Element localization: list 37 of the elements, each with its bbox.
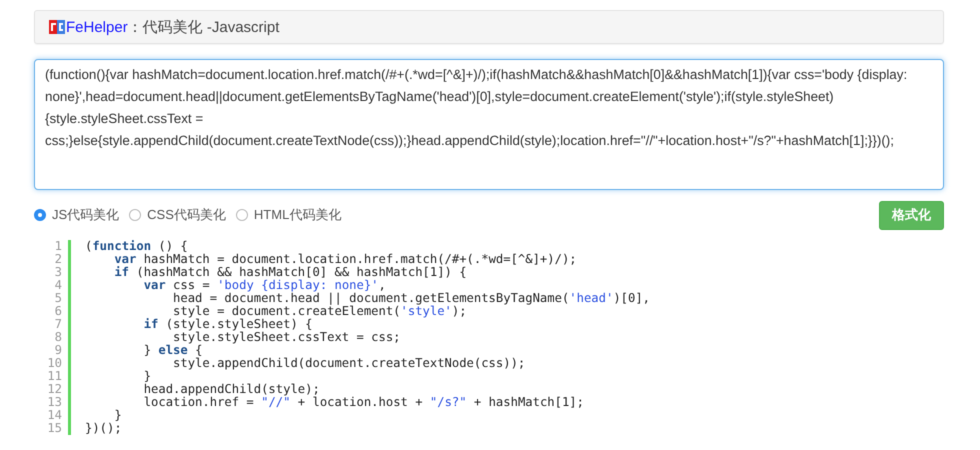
line-number: 3 — [54, 266, 62, 279]
page-title: ：代码美化 -Javascript — [128, 18, 280, 36]
line-number: 12 — [46, 383, 62, 396]
code-line: style = document.createElement('style'); — [172, 305, 467, 318]
line-number: 13 — [46, 396, 62, 409]
line-number: 7 — [54, 318, 62, 331]
line-number: 14 — [46, 409, 62, 422]
code-line: } else { — [142, 344, 202, 357]
code-input-field[interactable]: (function(){var hashMatch=document.location.href.match(/#+(.*wd=[^&]+)/);if(hashMatch&&hashMatch[0]&&hashMatch[1]){var css='body {display: none}',head=document.head||document.getElementsByTagName('head')[0],style=document.createElement('style');if(style.styleSheet){style.styleSheet.cssText = css;}else{style.appendChild(document.createTextNode(css));}head.appendChild(style);location.href="//"+location.host+"/s?"+hashMatch[1];}})(); — [34, 59, 944, 190]
code-line: (function () { — [85, 240, 189, 253]
line-number: 15 — [46, 422, 62, 435]
code-line: style.appendChild(document.createTextNode(css)); — [172, 357, 526, 370]
code-line: head = document.head || document.getElementsByTagName('head')[0], — [172, 292, 650, 305]
code-line: } — [142, 370, 152, 383]
mode-radio[interactable]: CSS代码美化 — [129, 206, 226, 224]
line-number: 4 — [54, 279, 62, 292]
code-line: location.href = "//" + location.host + "/s?" + hashMatch[1]; — [142, 396, 585, 409]
line-number: 9 — [54, 344, 62, 357]
code-line: } — [113, 409, 123, 422]
code-line: style.styleSheet.cssText = css; — [173, 331, 402, 344]
mode-radio[interactable]: HTML代码美化 — [236, 206, 342, 224]
brand-link[interactable]: FeHelper — [66, 18, 128, 36]
line-number: 10 — [46, 357, 62, 370]
line-number: 6 — [54, 305, 62, 318]
line-number: 2 — [54, 253, 62, 266]
mode-radio[interactable]: JS代码美化 — [34, 206, 120, 224]
line-number: 1 — [54, 240, 62, 253]
code-line: })(); — [85, 422, 123, 435]
code-line: if (hashMatch && hashMatch[0] && hashMatch[1]) { — [113, 266, 468, 279]
code-line: var css = 'body {display: none}', — [142, 279, 387, 292]
line-number: 5 — [54, 292, 62, 305]
code-line: if (style.styleSheet) { — [142, 318, 314, 331]
code-line: head.appendChild(style); — [142, 383, 321, 396]
logo-icon — [49, 20, 65, 34]
code-line: var hashMatch = document.location.href.match(/#+(.*wd=[^&]+)/); — [113, 253, 578, 266]
line-number: 8 — [54, 331, 62, 344]
line-number: 11 — [46, 370, 62, 383]
